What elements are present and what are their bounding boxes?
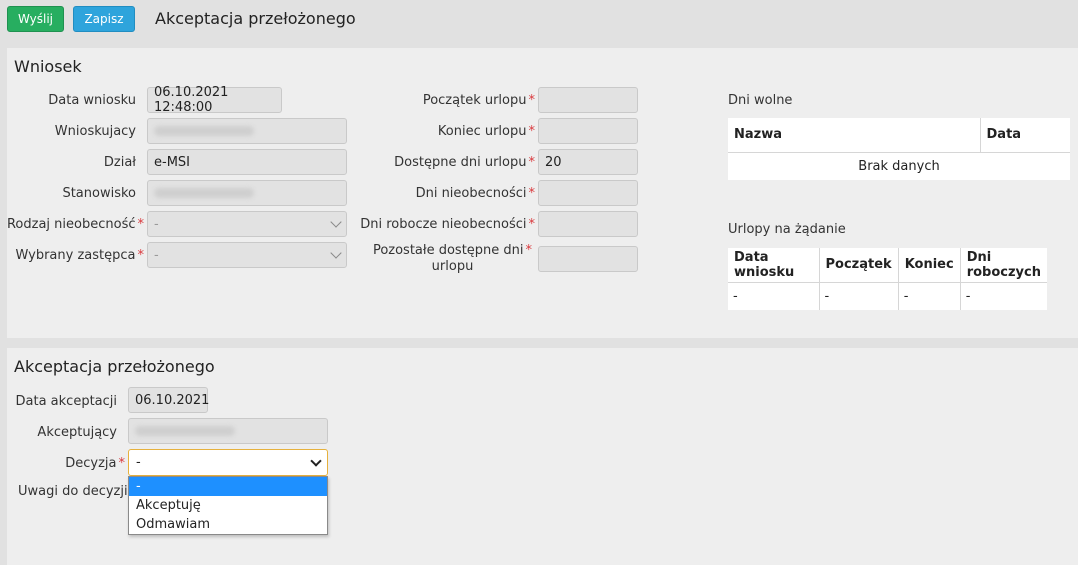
work-absence-days-field xyxy=(538,211,638,237)
approval-date-label: Data akceptacji xyxy=(15,394,118,409)
approval-section-title: Akceptacja przełożonego xyxy=(14,357,215,376)
on-demand-label: Urlopy na żądanie xyxy=(728,222,846,237)
position-label: Stanowisko xyxy=(62,186,136,201)
on-demand-col-start: Początek xyxy=(819,248,899,283)
department-label: Dział xyxy=(103,155,136,170)
send-button[interactable]: Wyślij xyxy=(7,6,64,32)
holidays-col-name: Nazwa xyxy=(728,118,981,153)
table-cell: - xyxy=(965,288,971,304)
approval-date-field: 06.10.2021 xyxy=(128,387,209,413)
absence-type-select[interactable]: - xyxy=(147,211,347,237)
on-demand-col-end: Koniec xyxy=(898,248,961,283)
leave-start-label: Początek urlopu * xyxy=(422,93,535,108)
substitute-label: Wybrany zastępca * xyxy=(15,248,144,263)
absence-days-label: Dni nieobecności * xyxy=(415,186,535,201)
on-demand-col-workdays: Dni roboczych xyxy=(960,248,1047,283)
available-days-label: Dostępne dni urlopu * xyxy=(394,155,535,170)
remaining-days-label: Pozostałe dostępne dni * urlopu xyxy=(372,243,533,274)
decision-option-accept[interactable]: Akceptuję xyxy=(129,496,327,515)
holidays-empty: Brak danych xyxy=(858,158,940,174)
applicant-field xyxy=(147,118,347,144)
approver-label: Akceptujący xyxy=(37,425,117,440)
holidays-table: Nazwa Data Brak danych xyxy=(728,118,1070,180)
table-cell: - xyxy=(819,282,899,310)
save-button[interactable]: Zapisz xyxy=(73,6,135,32)
chevron-down-icon xyxy=(310,454,322,467)
on-demand-col-date: Data wniosku xyxy=(728,248,820,283)
decision-label: Decyzja * xyxy=(65,456,125,471)
absence-type-label: Rodzaj nieobecność * xyxy=(6,217,144,232)
substitute-select[interactable]: - xyxy=(147,242,347,268)
page-title: Akceptacja przełożonego xyxy=(155,9,356,28)
leave-end-label: Koniec urlopu * xyxy=(437,124,535,139)
table-row: - - - - xyxy=(728,282,1047,310)
available-days-field: 20 xyxy=(538,149,638,175)
approver-field xyxy=(128,418,328,444)
remaining-days-field xyxy=(538,246,638,272)
request-section-title: Wniosek xyxy=(14,57,82,76)
on-demand-table: Data wniosku Początek Koniec Dni roboczy… xyxy=(728,248,1047,310)
table-cell: - xyxy=(898,282,961,310)
decision-select[interactable]: - xyxy=(128,449,328,476)
decision-option-none[interactable]: - xyxy=(129,477,327,496)
decision-option-reject[interactable]: Odmawiam xyxy=(129,515,327,534)
chevron-down-icon xyxy=(330,216,342,228)
chevron-down-icon xyxy=(330,247,342,259)
position-field xyxy=(147,180,347,206)
leave-end-field[interactable] xyxy=(538,118,638,144)
work-absence-days-label: Dni robocze nieobecności * xyxy=(360,217,535,232)
request-date-field: 06.10.2021 12:48:00 xyxy=(147,85,282,115)
leave-start-field[interactable] xyxy=(538,87,638,113)
table-cell: - xyxy=(728,282,820,310)
holidays-label: Dni wolne xyxy=(728,93,793,108)
decision-dropdown: - Akceptuję Odmawiam xyxy=(128,476,328,535)
request-date-label: Data wniosku xyxy=(48,93,136,108)
holidays-col-date: Data xyxy=(980,118,1070,153)
department-field: e-MSI xyxy=(147,149,347,175)
applicant-label: Wnioskujacy xyxy=(54,124,136,139)
absence-days-field xyxy=(538,180,638,206)
notes-label: Uwagi do decyzji xyxy=(18,484,128,499)
